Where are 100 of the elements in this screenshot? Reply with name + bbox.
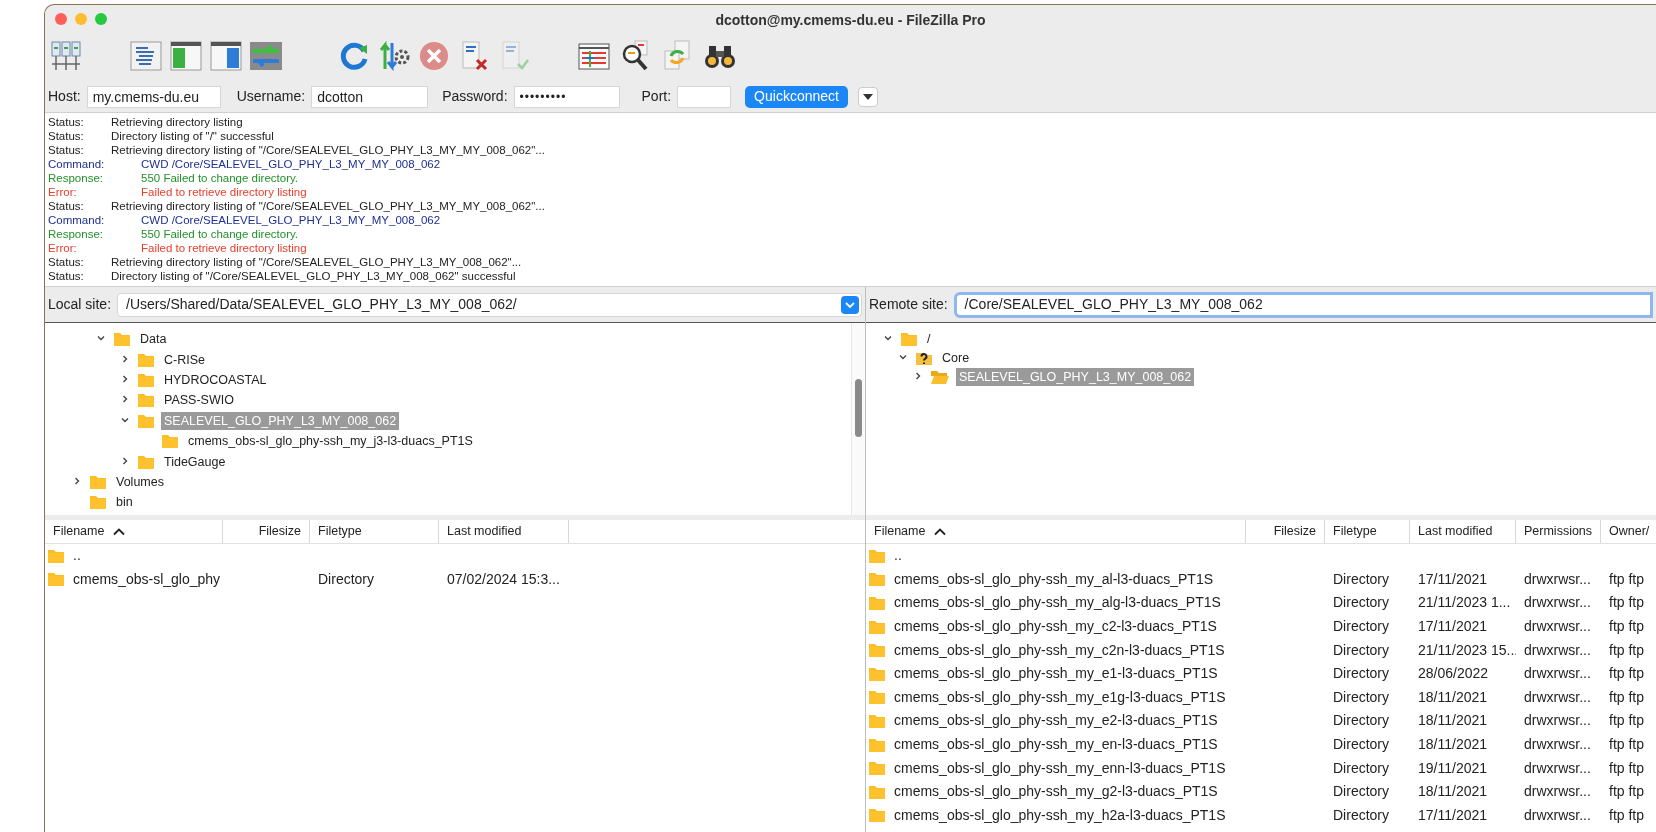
tree-item[interactable]: PASS-SWIO [161,391,237,410]
file-name[interactable]: .. [894,545,902,567]
host-field[interactable]: my.cmems-du.eu [86,85,221,108]
column-header[interactable]: Permissions [1524,522,1593,541]
username-field[interactable]: dcotton [311,85,429,108]
message-log-icon[interactable] [129,39,163,73]
tree-item[interactable]: / [924,329,934,348]
table-cell-text: 18/11/2021 [1418,687,1488,707]
tree-item[interactable]: TideGauge [161,452,229,471]
table-cell-text: 17/11/2021 [1418,617,1488,637]
transfer-arrows-icon[interactable] [249,39,283,73]
file-name[interactable]: cmems_obs-sl_glo_phy-ssh_my_h2a-l3-duacs_PT1S [894,804,1226,826]
column-header[interactable]: Filesize [258,522,301,541]
log-message: CWD /Core/SEALEVEL_GLO_PHY_L3_MY_MY_008_062 [141,213,441,229]
local-tree-icon[interactable] [169,39,203,73]
table-cell-text: Directory [318,569,374,589]
file-name[interactable]: cmems_obs-sl_glo_phy-ssh_my_e2-l3-duacs_PT1S [894,710,1218,732]
file-name[interactable]: cmems_obs-sl_glo_phy-ssh_my_g2-l3-duacs_PT1S [894,781,1218,803]
file-name[interactable]: cmems_obs-sl_glo_phy-ssh_my_e1g-l3-duacs_PT1S [894,686,1226,708]
file-name[interactable]: cmems_obs-sl_glo_phy-ssh_my_enn-l3-duacs_PT1S [894,757,1226,779]
path-field[interactable]: /Core/SEALEVEL_GLO_PHY_L3_MY_008_062 [953,291,1653,318]
file-name[interactable]: cmems_obs-sl_glo_phy-ssh_my_c2n-l3-duacs_PT1S [894,639,1225,661]
table-cell-text: ftp ftp [1609,640,1645,660]
scrollbar-thumb[interactable] [855,379,862,437]
chevron-right-icon[interactable] [913,370,923,381]
file-name[interactable]: cmems_obs-sl_glo_phy-ssh_my_c2-l3-duacs_PT1S [894,616,1217,638]
column-header[interactable]: Last modified [1418,522,1493,541]
log-message: 550 Failed to change directory. [141,227,299,243]
arrows-gear-icon[interactable] [377,39,411,73]
dropdown-button[interactable] [857,86,878,107]
table-cell-text: ftp ftp [1609,593,1645,613]
tree-item[interactable]: bin [113,493,136,512]
chevron-right-icon[interactable] [120,394,130,405]
remote-tree-icon[interactable] [209,39,243,73]
log-message: Retrieving directory listing of "/Core/SEALEVEL_GLO_PHY_L3_MY_MY_008_062"... [111,199,545,215]
chevron-right-icon[interactable] [120,353,130,364]
table-cell-text: Directory [1333,758,1389,778]
column-header[interactable]: Filename [53,522,127,541]
table-cell-text: Directory [1333,593,1389,613]
log-message: CWD /Core/SEALEVEL_GLO_PHY_L3_MY_MY_008_062 [141,157,441,173]
tree-item[interactable]: Data [137,330,170,349]
folder-icon [89,473,107,490]
column-header[interactable]: Filetype [318,522,362,541]
close-window-button[interactable] [55,13,67,25]
site-manager-icon[interactable] [49,39,83,73]
file-name[interactable]: cmems_obs-sl_glo_phy-ssh_my_al-l3-duacs_PT1S [894,568,1214,590]
table-cell-text: Directory [1333,735,1389,755]
folder-icon [868,712,886,729]
log-label: Status: [48,143,85,159]
table-cell-text: ftp ftp [1609,569,1645,589]
table-cell-text: ftp ftp [1609,735,1645,755]
table-cell-text: Directory [1333,687,1389,707]
column-header[interactable]: Filesize [1273,522,1316,541]
password-label: Password: [442,87,508,106]
folder-icon [47,571,65,588]
folder-icon [868,689,886,706]
window-title: dcotton@my.cmems-du.eu - FileZilla Pro [715,10,986,30]
table-cell-text: ftp ftp [1609,805,1645,825]
file-name[interactable]: cmems_obs-sl_glo_phy-ssh_my_alg-l3-duacs_PT1S [894,592,1221,614]
log-message: Failed to retrieve directory listing [141,185,307,201]
log-label: Response: [48,227,104,243]
file-name[interactable]: .. [73,545,81,567]
port-field[interactable] [677,85,732,108]
path-field[interactable]: /Users/Shared/Data/SEALEVEL_GLO_PHY_L3_MY_008_062/ [117,292,862,317]
log-label: Status: [48,269,85,285]
tree-item[interactable]: HYDROCOASTAL [161,370,270,389]
column-header[interactable]: Filename [874,522,948,541]
column-header[interactable]: Owner/ [1609,522,1650,541]
file-name[interactable]: cmems_obs-sl_glo_phy-ssh_my_en-l3-duacs_PT1S [894,734,1218,756]
scrollbar[interactable] [851,323,865,515]
table-cell-text: drwxrwsr... [1524,782,1591,802]
table-cell-text: Directory [1333,569,1389,589]
chevron-right-icon[interactable] [72,475,82,486]
password-field[interactable]: ••••••••• [513,85,620,108]
table-cell-text: Directory [1333,664,1389,684]
folder-icon [868,547,886,564]
tree-item[interactable]: C-RISe [161,350,208,369]
column-header[interactable]: Last modified [447,522,522,541]
table-cell-text: 18/11/2021 [1418,735,1488,755]
sort-up-icon [112,527,127,536]
quickconnect-button[interactable]: Quickconnect [745,85,848,108]
table-cell-text: ftp ftp [1609,758,1645,778]
file-name[interactable]: cmems_obs-sl_glo_phy-ssh_my_e1-l3-duacs_PT1S [894,663,1218,685]
folder-icon [137,371,155,388]
file-name[interactable]: cmems_obs-sl_glo_phy [73,568,221,590]
chevron-right-icon[interactable] [120,455,130,466]
dropdown-icon[interactable] [841,295,859,314]
tree-item[interactable]: cmems_obs-sl_glo_phy-ssh_my_j3-l3-duacs_PT1S [185,432,476,451]
table-cell-text: ftp ftp [1609,687,1645,707]
username-label: Username: [236,87,306,106]
chevron-right-icon[interactable] [120,373,130,384]
folder-icon [137,453,155,470]
folder-icon [868,618,886,635]
folder-icon [161,433,179,450]
table-cell-text: Directory [1333,805,1389,825]
tree-item[interactable]: Volumes [113,472,167,491]
column-header[interactable]: Filetype [1333,522,1377,541]
tree-item[interactable]: Core [939,348,973,367]
log-label: Status: [48,129,85,145]
cancel-icon[interactable] [417,39,451,73]
